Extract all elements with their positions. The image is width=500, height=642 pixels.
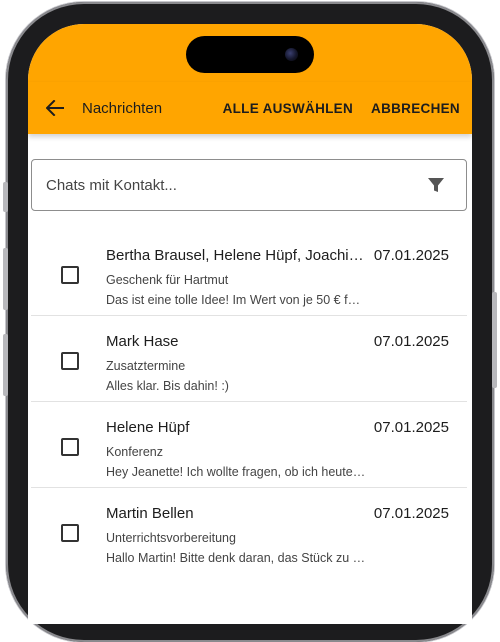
app-bar: Nachrichten ALLE AUSWÄHLEN ABBRECHEN xyxy=(28,82,472,134)
chat-subject: Konferenz xyxy=(106,445,163,459)
chat-row[interactable]: Martin Bellen 07.01.2025 Unterrichtsvorb… xyxy=(31,488,467,574)
chat-date: 07.01.2025 xyxy=(373,505,449,522)
chat-subject: Zusatztermine xyxy=(106,359,186,373)
phone-volume-up-button xyxy=(3,248,8,310)
chat-row[interactable]: Bertha Brausel, Helene Hüpf, Joachim Sch… xyxy=(31,230,467,316)
chat-date: 07.01.2025 xyxy=(373,333,449,350)
page-title: Nachrichten xyxy=(82,99,163,117)
chat-list: Bertha Brausel, Helene Hüpf, Joachim Sch… xyxy=(31,230,467,574)
search-input[interactable] xyxy=(32,175,426,195)
camera-icon xyxy=(285,48,298,61)
select-all-button[interactable]: ALLE AUSWÄHLEN xyxy=(223,101,353,116)
chat-row[interactable]: Helene Hüpf 07.01.2025 Konferenz Hey Jea… xyxy=(31,402,467,488)
chat-participants: Martin Bellen xyxy=(106,505,194,522)
select-checkbox[interactable] xyxy=(61,266,79,284)
chat-preview: Hey Jeanette! Ich wollte fragen, ob ich … xyxy=(106,465,366,479)
chat-row[interactable]: Mark Hase 07.01.2025 Zusatztermine Alles… xyxy=(31,316,467,402)
phone-side-button xyxy=(3,182,8,212)
chat-preview: Hallo Martin! Bitte denk daran, das Stüc… xyxy=(106,551,366,565)
chat-preview: Das ist eine tolle Idee! Im Wert von je … xyxy=(106,293,366,307)
phone-volume-down-button xyxy=(3,334,8,396)
chat-date: 07.01.2025 xyxy=(373,247,449,264)
select-checkbox[interactable] xyxy=(61,352,79,370)
chat-participants: Bertha Brausel, Helene Hüpf, Joachim Sch… xyxy=(106,247,368,264)
app-screen: Nachrichten ALLE AUSWÄHLEN ABBRECHEN Ber… xyxy=(28,24,472,624)
chat-subject: Unterrichtsvorbereitung xyxy=(106,531,236,545)
select-checkbox[interactable] xyxy=(61,438,79,456)
chat-preview: Alles klar. Bis dahin! :) xyxy=(106,379,229,393)
select-checkbox[interactable] xyxy=(61,524,79,542)
cancel-button[interactable]: ABBRECHEN xyxy=(371,101,460,116)
chat-date: 07.01.2025 xyxy=(373,419,449,436)
phone-power-button xyxy=(492,292,497,388)
chat-subject: Geschenk für Hartmut xyxy=(106,273,229,287)
filter-icon[interactable] xyxy=(426,175,446,195)
chat-participants: Mark Hase xyxy=(106,333,179,350)
dynamic-island xyxy=(186,36,314,73)
chat-participants: Helene Hüpf xyxy=(106,419,190,436)
search-field xyxy=(31,159,467,211)
back-arrow-icon[interactable] xyxy=(44,97,66,119)
